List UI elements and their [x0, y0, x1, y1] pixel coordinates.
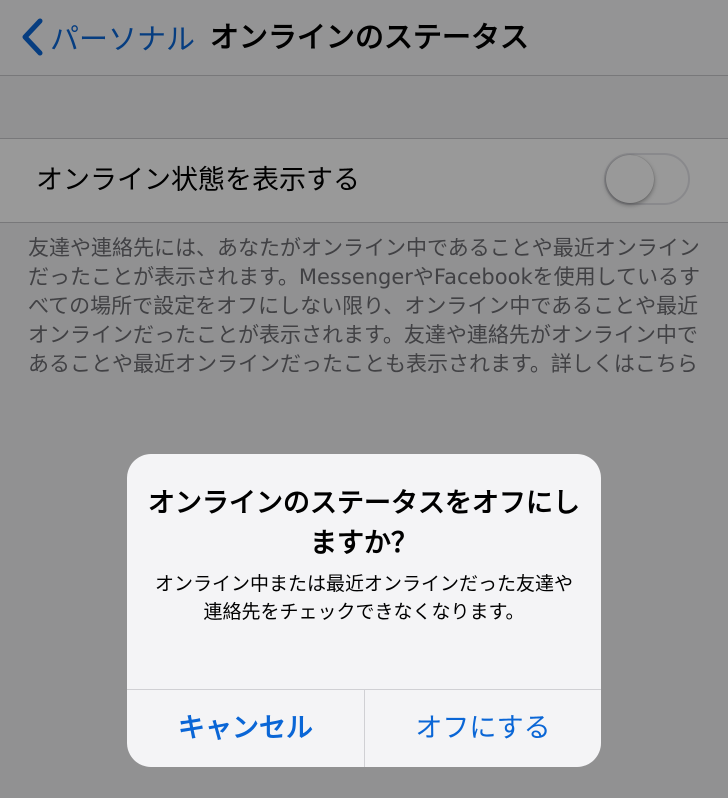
cancel-button[interactable]: キャンセル	[127, 690, 364, 767]
turn-off-button[interactable]: オフにする	[365, 690, 601, 767]
alert-title: オンラインのステータスをオフにしますか？	[148, 488, 580, 559]
alert-message: オンライン中または最近オンラインだった友達や連絡先をチェックできなくなります。	[155, 573, 574, 623]
confirm-alert-dialog: オンラインのステータスをオフにしますか？ オンライン中または最近オンラインだった…	[127, 454, 601, 767]
